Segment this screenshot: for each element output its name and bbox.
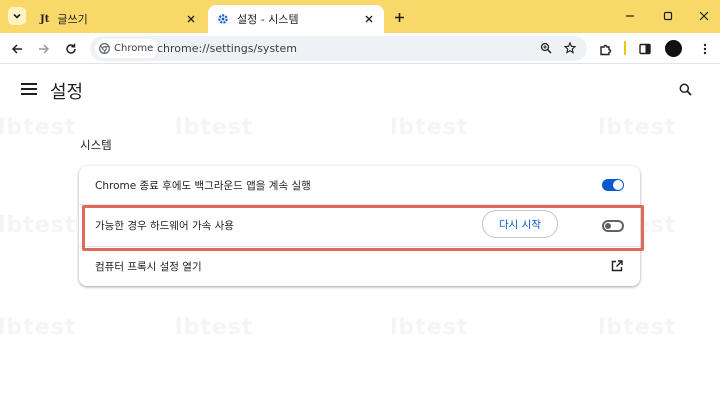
chip-label: Chrome [114, 43, 154, 54]
toolbar-divider [624, 41, 626, 55]
url-text[interactable]: chrome://settings/system [157, 42, 297, 55]
tab-settings-system[interactable]: 설정 - 시스템 [208, 5, 384, 33]
toolbar: Chrome chrome://settings/system [0, 33, 720, 64]
section-title: 시스템 [80, 138, 112, 152]
setting-row-background-apps[interactable]: Chrome 종료 후에도 백그라운드 앱을 계속 실행 [79, 166, 640, 204]
setting-row-hardware-acceleration[interactable]: 가능한 경우 하드웨어 가속 사용 다시 시작 [79, 204, 640, 246]
tab-write[interactable]: Jt 글쓰기 [31, 5, 206, 33]
side-panel-button[interactable] [636, 40, 654, 58]
maximize-icon [663, 11, 673, 21]
open-external-icon[interactable] [610, 259, 624, 273]
puzzle-icon [599, 44, 611, 55]
chevron-down-icon [13, 13, 21, 19]
close-icon [699, 11, 709, 21]
chrome-icon [99, 43, 110, 54]
extensions-button[interactable] [596, 40, 614, 58]
page-title: 설정 [50, 82, 84, 103]
system-settings-card: Chrome 종료 후에도 백그라운드 앱을 계속 실행 가능한 경우 하드웨어… [79, 166, 640, 286]
search-icon [679, 83, 692, 96]
tab-title: 글쓰기 [57, 13, 88, 26]
setting-row-proxy[interactable]: 컴퓨터 프록시 설정 열기 [79, 246, 640, 286]
watermark: lbtest [390, 115, 469, 140]
close-window-button[interactable] [694, 6, 714, 26]
gear-icon [217, 13, 229, 25]
close-icon[interactable] [183, 11, 199, 27]
watermark: lbtest [175, 315, 254, 340]
reload-icon [66, 43, 76, 54]
arrow-right-icon [39, 44, 50, 54]
jt-icon: Jt [40, 13, 50, 25]
watermark: lbtest [598, 315, 677, 340]
minimize-button[interactable] [620, 6, 640, 26]
maximize-button[interactable] [658, 6, 678, 26]
setting-label: Chrome 종료 후에도 백그라운드 앱을 계속 실행 [95, 179, 311, 192]
settings-page: 설정 lbtest lbtest lbtest lbtest lbtest lb… [0, 65, 720, 405]
watermark: lbtest [175, 115, 254, 140]
plus-icon [394, 12, 404, 22]
close-icon[interactable] [361, 11, 377, 27]
forward-button[interactable] [35, 40, 53, 58]
tab-search-button[interactable] [8, 7, 26, 25]
side-panel-icon [639, 43, 651, 55]
zoom-icon[interactable] [538, 40, 554, 56]
back-button[interactable] [8, 40, 26, 58]
address-bar[interactable]: Chrome chrome://settings/system [90, 36, 587, 61]
menu-button[interactable] [696, 40, 714, 58]
watermark: lbtest [598, 115, 677, 140]
profile-avatar[interactable] [665, 40, 682, 57]
tab-strip: Jt 글쓰기 설정 - 시스템 [0, 0, 720, 33]
new-tab-button[interactable] [390, 8, 408, 26]
hamburger-menu-icon[interactable] [21, 81, 37, 97]
background-apps-toggle[interactable] [602, 179, 624, 191]
tab-title: 설정 - 시스템 [237, 13, 299, 26]
setting-label: 가능한 경우 하드웨어 가속 사용 [95, 220, 234, 232]
arrow-left-icon [11, 44, 22, 54]
hardware-acceleration-toggle[interactable] [602, 220, 624, 232]
bookmark-star-icon[interactable] [562, 40, 578, 56]
watermark: lbtest [0, 213, 77, 238]
minimize-icon [626, 15, 634, 17]
watermark: lbtest [0, 115, 77, 140]
relaunch-button[interactable]: 다시 시작 [482, 210, 558, 238]
watermark: lbtest [0, 315, 77, 340]
more-vertical-icon [703, 43, 707, 55]
chrome-chip[interactable]: Chrome [95, 39, 160, 58]
watermark: lbtest [390, 315, 469, 340]
search-settings-button[interactable] [676, 80, 694, 98]
setting-label: 컴퓨터 프록시 설정 열기 [95, 261, 202, 273]
reload-button[interactable] [62, 40, 80, 58]
